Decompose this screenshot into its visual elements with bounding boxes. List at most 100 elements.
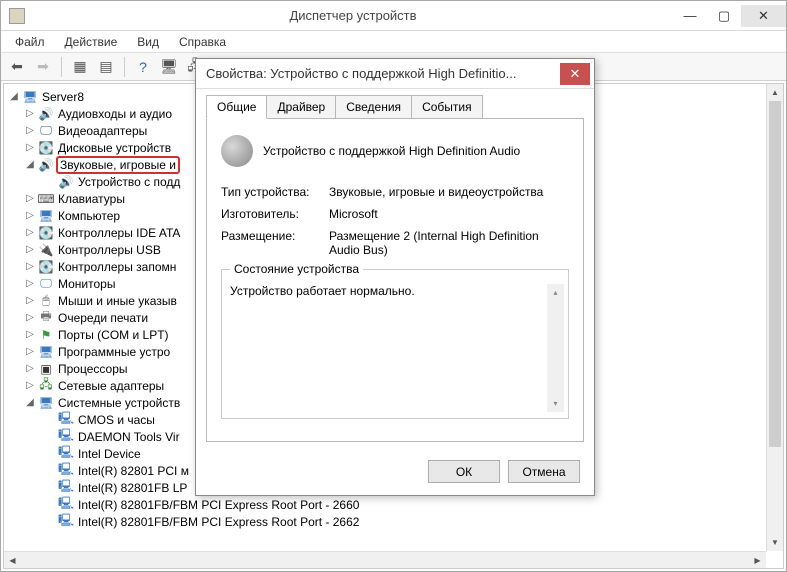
tab-driver[interactable]: Драйвер [266, 95, 336, 118]
manufacturer-value: Microsoft [329, 207, 569, 221]
tree-node-label: Intel(R) 82801 PCI м [76, 464, 191, 478]
property-row: Тип устройства: Звуковые, игровые и виде… [221, 185, 569, 199]
expander-icon[interactable]: ▷ [24, 329, 36, 340]
computer-icon: 🖥 [22, 89, 38, 105]
minimize-button[interactable]: — [673, 5, 707, 27]
tree-node-label: Контроллеры IDE ATA [56, 226, 182, 240]
menubar: Файл Действие Вид Справка [1, 31, 786, 53]
window-title: Диспетчер устройств [33, 8, 673, 23]
disk-icon: 💽 [38, 140, 54, 156]
tab-general[interactable]: Общие [206, 95, 267, 119]
help-icon: ? [139, 59, 147, 75]
type-label: Тип устройства: [221, 185, 329, 199]
scroll-track[interactable] [767, 101, 783, 534]
scroll-down-button[interactable]: ▼ [767, 534, 783, 551]
tree-node-label: Контроллеры запомн [56, 260, 178, 274]
location-label: Размещение: [221, 229, 329, 257]
ok-button[interactable]: ОК [428, 460, 500, 483]
properties-dialog: Свойства: Устройство с поддержкой High D… [195, 58, 595, 496]
tree-node-label: Системные устройств [56, 396, 182, 410]
scroll-thumb[interactable] [769, 101, 781, 447]
horizontal-scrollbar[interactable]: ◀ ▶ [4, 551, 766, 568]
tree-node-label: Клавиатуры [56, 192, 127, 206]
separator [61, 57, 62, 77]
help-button[interactable]: ? [131, 55, 155, 79]
audio-icon: 🔊 [38, 157, 54, 173]
scroll-left-button[interactable]: ◀ [4, 552, 21, 569]
expander-icon[interactable]: ▷ [24, 210, 36, 221]
tree-node-label: Аудиовходы и аудио [56, 107, 174, 121]
expander-icon[interactable]: ▷ [24, 244, 36, 255]
tree-node-label: CMOS и часы [76, 413, 157, 427]
disk-icon: 💽 [38, 225, 54, 241]
window-controls: — ▢ ✕ [673, 5, 786, 27]
tree-node-label: Мыши и иные указыв [56, 294, 179, 308]
tree-node-label: Intel(R) 82801FB/FBM PCI Express Root Po… [76, 515, 361, 529]
disk-icon: 💽 [38, 259, 54, 275]
tree-node-label: Intel Device [76, 447, 143, 461]
back-button[interactable]: ⬅ [5, 55, 29, 79]
view-small-button[interactable]: ▦ [68, 55, 92, 79]
audio-icon: 🔊 [58, 174, 74, 190]
tree-node-label: Программные устро [56, 345, 172, 359]
expander-icon[interactable]: ▷ [24, 125, 36, 136]
tree-node[interactable]: 🖳Intel(R) 82801FB/FBM PCI Express Root P… [4, 496, 783, 513]
scroll-down-icon[interactable]: ▾ [547, 395, 564, 412]
expander-icon[interactable]: ▷ [24, 346, 36, 357]
scroll-right-button[interactable]: ▶ [749, 552, 766, 569]
close-button[interactable]: ✕ [741, 5, 786, 27]
tree-node-label: Сетевые адаптеры [56, 379, 166, 393]
tree-node-label: Server8 [40, 90, 86, 104]
tree-node-label: Intel(R) 82801FB LP [76, 481, 189, 495]
network-icon: 🖧 [38, 378, 54, 394]
scroll-up-button[interactable]: ▲ [767, 84, 783, 101]
expander-icon[interactable]: ▷ [24, 227, 36, 238]
menu-action[interactable]: Действие [57, 33, 126, 51]
separator [124, 57, 125, 77]
dialog-close-button[interactable]: ✕ [560, 63, 590, 85]
expander-icon[interactable]: ▷ [24, 108, 36, 119]
refresh-button[interactable]: 🖥 [157, 55, 181, 79]
property-row: Размещение: Размещение 2 (Internal High … [221, 229, 569, 257]
expander-icon[interactable]: ▷ [24, 142, 36, 153]
status-scrollbar[interactable]: ▴ ▾ [547, 284, 564, 412]
expander-icon[interactable]: ◢ [24, 397, 36, 408]
tree-node-label: Компьютер [56, 209, 122, 223]
tree-node-label: Мониторы [56, 277, 117, 291]
expander-icon[interactable]: ▷ [24, 363, 36, 374]
expander-icon[interactable]: ◢ [24, 159, 36, 170]
tree-node-label: Контроллеры USB [56, 243, 163, 257]
cancel-button[interactable]: Отмена [508, 460, 580, 483]
menu-file[interactable]: Файл [7, 33, 53, 51]
titlebar: Диспетчер устройств — ▢ ✕ [1, 1, 786, 31]
app-icon [9, 8, 25, 24]
expander-icon[interactable]: ▷ [24, 380, 36, 391]
menu-view[interactable]: Вид [129, 33, 167, 51]
property-row: Изготовитель: Microsoft [221, 207, 569, 221]
expander-icon[interactable]: ▷ [24, 295, 36, 306]
tab-page-general: Устройство с поддержкой High Definition … [206, 118, 584, 442]
forward-button[interactable]: ➡ [31, 55, 55, 79]
display-icon: 🖵 [38, 123, 54, 139]
vertical-scrollbar[interactable]: ▲ ▼ [766, 84, 783, 551]
expander-icon[interactable]: ▷ [24, 193, 36, 204]
expander-icon[interactable]: ▷ [24, 261, 36, 272]
device-header: Устройство с поддержкой High Definition … [221, 135, 569, 167]
expander-icon[interactable]: ◢ [8, 91, 20, 102]
list-icon: ▤ [99, 58, 112, 75]
computer-icon: 🖥 [38, 208, 54, 224]
tab-events[interactable]: События [411, 95, 483, 118]
menu-help[interactable]: Справка [171, 33, 234, 51]
expander-icon[interactable]: ▷ [24, 278, 36, 289]
type-value: Звуковые, игровые и видеоустройства [329, 185, 569, 199]
expander-icon[interactable]: ▷ [24, 312, 36, 323]
maximize-button[interactable]: ▢ [707, 5, 741, 27]
tree-node[interactable]: 🖳Intel(R) 82801FB/FBM PCI Express Root P… [4, 513, 783, 530]
scroll-up-icon[interactable]: ▴ [547, 284, 564, 301]
tab-details[interactable]: Сведения [335, 95, 412, 118]
tree-node-label: Процессоры [56, 362, 130, 376]
tabstrip: Общие Драйвер Сведения События [196, 89, 594, 118]
keyboard-icon: ⌨ [38, 191, 54, 207]
view-list-button[interactable]: ▤ [94, 55, 118, 79]
device-status-group: Состояние устройства Устройство работает… [221, 269, 569, 419]
